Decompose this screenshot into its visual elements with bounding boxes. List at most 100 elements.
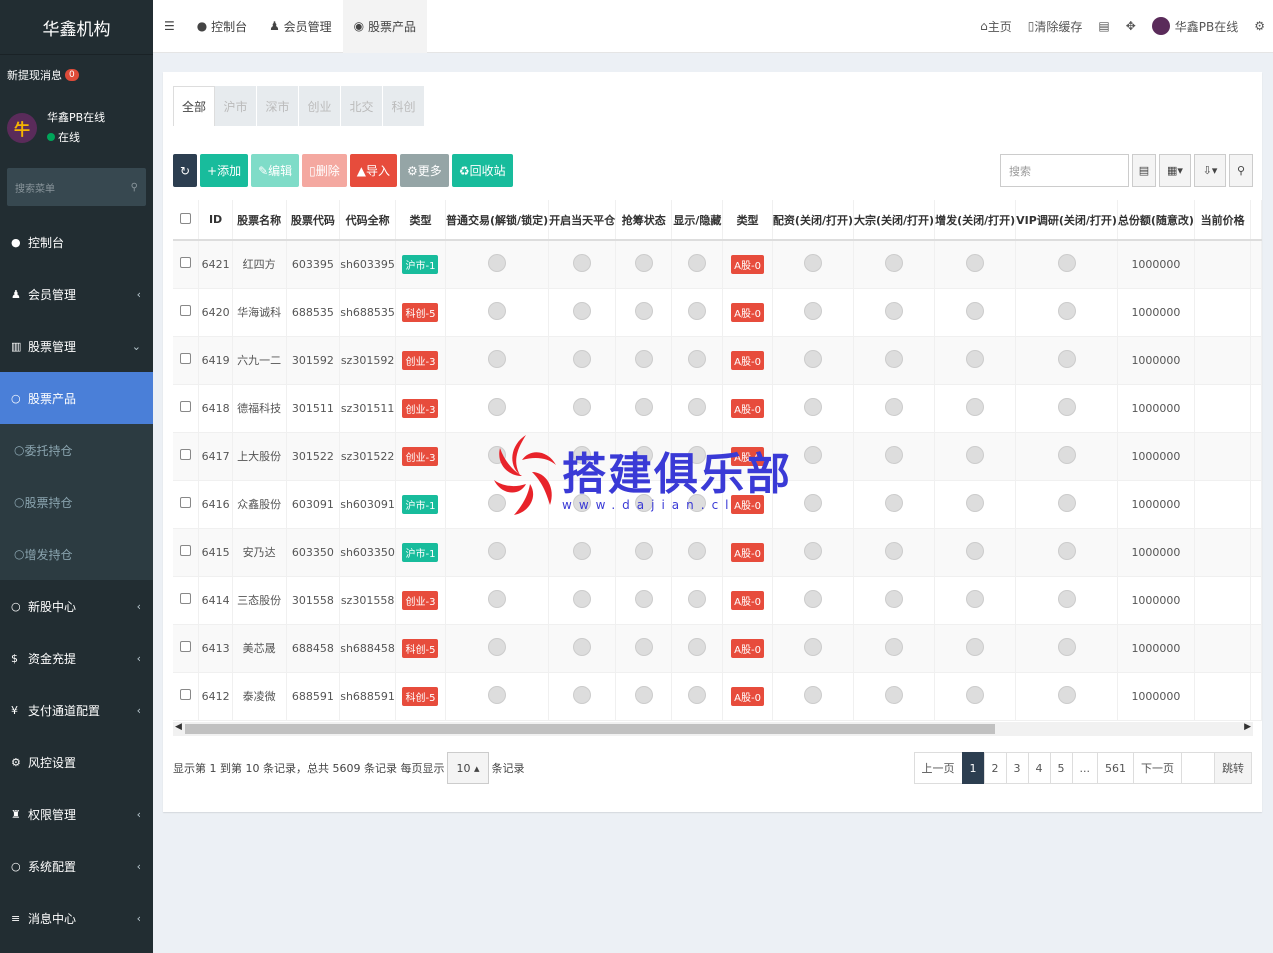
cell-total[interactable]: 1000000 bbox=[1117, 672, 1195, 721]
cell-total[interactable]: 1000000 bbox=[1117, 336, 1195, 385]
column-header[interactable]: VIP调研(关闭/打开) bbox=[1015, 200, 1118, 241]
tab-market-2[interactable]: 深市 bbox=[257, 86, 299, 126]
add-button[interactable]: + 添加 bbox=[200, 154, 249, 187]
column-header[interactable]: 增发(关闭/打开) bbox=[934, 200, 1017, 241]
toggle-switch[interactable] bbox=[966, 685, 985, 704]
column-header[interactable]: 显示/隐藏 bbox=[671, 200, 724, 241]
jump-page-input[interactable] bbox=[1181, 752, 1215, 784]
edit-button[interactable]: ✎ 编辑 bbox=[251, 154, 300, 187]
tab-members[interactable]: ♟ 会员管理 bbox=[258, 0, 343, 53]
toggle-switch[interactable] bbox=[803, 541, 822, 560]
column-header[interactable]: 类型 bbox=[395, 200, 447, 241]
toggle-switch[interactable] bbox=[1057, 493, 1076, 512]
page-link[interactable]: 5 bbox=[1049, 752, 1073, 784]
page-link[interactable]: 561 bbox=[1097, 752, 1134, 784]
column-header[interactable]: 普通交易(解锁/锁定) bbox=[445, 200, 550, 241]
columns-icon[interactable]: ▦▾ bbox=[1159, 154, 1191, 187]
row-checkbox[interactable] bbox=[180, 593, 192, 604]
column-header[interactable]: 配资(关闭/打开) bbox=[772, 200, 855, 241]
toggle-switch[interactable] bbox=[803, 637, 822, 656]
menu-search-input[interactable]: 搜索菜单 ⚲ bbox=[7, 168, 146, 206]
export-icon[interactable]: ⇩▾ bbox=[1194, 154, 1226, 187]
toggle-switch[interactable] bbox=[885, 493, 904, 512]
toggle-switch[interactable] bbox=[488, 397, 507, 416]
toggle-switch[interactable] bbox=[803, 445, 822, 464]
cell-total[interactable]: 1000000 bbox=[1117, 288, 1195, 337]
sidebar-item-2[interactable]: ▥ 股票管理 ⌄ bbox=[0, 320, 153, 372]
sidebar-item-13[interactable]: ≡ 消息中心 ‹ bbox=[0, 892, 153, 944]
toggle-switch[interactable] bbox=[803, 397, 822, 416]
toggle-view-icon[interactable]: ▤ bbox=[1132, 154, 1156, 187]
translate-icon[interactable]: ▤ bbox=[1090, 19, 1117, 33]
toggle-switch[interactable] bbox=[1057, 589, 1076, 608]
page-link[interactable]: 4 bbox=[1027, 752, 1051, 784]
toggle-switch[interactable] bbox=[885, 349, 904, 368]
table-row[interactable]: 6418 德福科技 301511 sz301511 创业-3 A股-0 1000000 bbox=[173, 384, 1262, 433]
column-header[interactable]: 类型 bbox=[722, 200, 773, 241]
table-row[interactable]: 6419 六九一二 301592 sz301592 创业-3 A股-0 1000000 bbox=[173, 336, 1262, 385]
toggle-switch[interactable] bbox=[634, 253, 653, 272]
toggle-switch[interactable] bbox=[803, 685, 822, 704]
toggle-switch[interactable] bbox=[634, 349, 653, 368]
toggle-switch[interactable] bbox=[1057, 685, 1076, 704]
toggle-switch[interactable] bbox=[966, 253, 985, 272]
toggle-switch[interactable] bbox=[1057, 301, 1076, 320]
toggle-switch[interactable] bbox=[966, 541, 985, 560]
toggle-switch[interactable] bbox=[966, 397, 985, 416]
toggle-switch[interactable] bbox=[488, 253, 507, 272]
column-header[interactable]: 代码全称 bbox=[339, 200, 396, 241]
sidebar-item-6[interactable]: ○ 增发持仓 bbox=[0, 528, 153, 580]
toggle-switch[interactable] bbox=[573, 589, 592, 608]
sidebar-item-12[interactable]: ○ 系统配置 ‹ bbox=[0, 840, 153, 892]
sidebar-item-7[interactable]: ○ 新股中心 ‹ bbox=[0, 580, 153, 632]
toggle-switch[interactable] bbox=[688, 349, 707, 368]
tab-stock-products[interactable]: ◉ 股票产品 bbox=[342, 0, 427, 53]
row-checkbox[interactable] bbox=[180, 305, 192, 316]
page-link[interactable]: 上一页 bbox=[913, 752, 963, 784]
scrollbar-thumb[interactable] bbox=[185, 724, 995, 734]
toggle-switch[interactable] bbox=[573, 301, 592, 320]
cell-total[interactable]: 1000000 bbox=[1117, 624, 1195, 673]
toggle-switch[interactable] bbox=[966, 349, 985, 368]
toggle-switch[interactable] bbox=[573, 349, 592, 368]
toggle-switch[interactable] bbox=[885, 541, 904, 560]
settings-icon[interactable]: ⚙ bbox=[1246, 19, 1273, 33]
page-link[interactable]: ... bbox=[1071, 752, 1098, 784]
toggle-switch[interactable] bbox=[966, 589, 985, 608]
page-link[interactable]: 1 bbox=[961, 752, 985, 784]
toggle-switch[interactable] bbox=[1057, 349, 1076, 368]
column-header[interactable]: 总份额(随意改) bbox=[1117, 200, 1195, 241]
toggle-switch[interactable] bbox=[688, 397, 707, 416]
row-checkbox[interactable] bbox=[180, 641, 192, 652]
table-row[interactable]: 6415 安乃达 603350 sh603350 沪市-1 A股-0 1000000 bbox=[173, 528, 1262, 577]
page-link[interactable]: 2 bbox=[983, 752, 1007, 784]
toggle-switch[interactable] bbox=[885, 253, 904, 272]
row-checkbox[interactable] bbox=[180, 689, 192, 700]
toggle-switch[interactable] bbox=[803, 589, 822, 608]
column-header[interactable]: 开启当天平仓 bbox=[548, 200, 617, 241]
search-icon[interactable]: ⚲ bbox=[131, 182, 138, 193]
toggle-switch[interactable] bbox=[966, 301, 985, 320]
toggle-switch[interactable] bbox=[966, 445, 985, 464]
toggle-switch[interactable] bbox=[688, 253, 707, 272]
toggle-switch[interactable] bbox=[885, 637, 904, 656]
cell-total[interactable]: 1000000 bbox=[1117, 576, 1195, 625]
withdraw-notice[interactable]: 新提现消息 0 bbox=[0, 55, 153, 95]
home-link[interactable]: ⌂ 主页 bbox=[972, 18, 1020, 35]
column-header[interactable]: 大宗(关闭/打开) bbox=[853, 200, 936, 241]
table-row[interactable]: 6413 美芯晟 688458 sh688458 科创-5 A股-0 1000000 bbox=[173, 624, 1262, 673]
toggle-switch[interactable] bbox=[688, 589, 707, 608]
refresh-button[interactable]: ↻ bbox=[173, 154, 197, 187]
toggle-switch[interactable] bbox=[634, 301, 653, 320]
toggle-switch[interactable] bbox=[885, 397, 904, 416]
scroll-right-icon[interactable]: ▶ bbox=[1244, 722, 1251, 732]
tab-market-1[interactable]: 沪市 bbox=[215, 86, 257, 126]
toggle-switch[interactable] bbox=[688, 637, 707, 656]
tab-market-5[interactable]: 科创 bbox=[383, 86, 425, 126]
clear-cache-button[interactable]: ▯ 清除缓存 bbox=[1020, 18, 1091, 35]
toggle-switch[interactable] bbox=[885, 589, 904, 608]
toggle-switch[interactable] bbox=[573, 397, 592, 416]
column-header[interactable]: ID bbox=[198, 200, 233, 241]
page-link[interactable]: 3 bbox=[1005, 752, 1029, 784]
sidebar-item-11[interactable]: ♜ 权限管理 ‹ bbox=[0, 788, 153, 840]
